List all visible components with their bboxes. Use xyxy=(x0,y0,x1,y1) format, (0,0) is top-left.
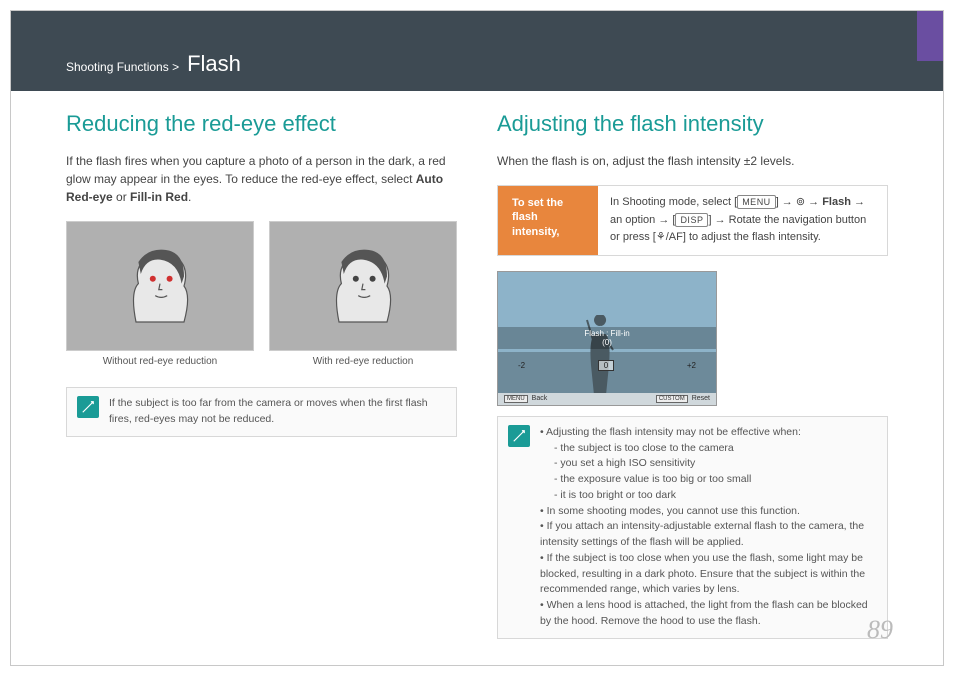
or-text: or xyxy=(113,190,130,204)
note-list: Adjusting the flash intensity may not be… xyxy=(540,425,877,630)
figure-without: Without red-eye reduction xyxy=(66,221,254,367)
fill-in-red: Fill-in Red xyxy=(130,190,188,204)
camera-preview: Flash : Fill-in (0) -2 0 +2 MENU Back CU… xyxy=(497,271,717,406)
note-item: Adjusting the flash intensity may not be… xyxy=(540,425,877,504)
page-frame: Shooting Functions > Flash Reducing the … xyxy=(10,10,944,666)
reset-label: Reset xyxy=(692,395,710,402)
note-item: When a lens hood is attached, the light … xyxy=(540,598,877,630)
note-item: If the subject is too close when you use… xyxy=(540,551,877,598)
note-icon xyxy=(508,425,530,447)
face-red-eye-icon xyxy=(71,226,249,346)
left-intro: If the flash fires when you capture a ph… xyxy=(66,152,457,206)
thumb-without xyxy=(66,221,254,351)
preview-scale: -2 0 +2 xyxy=(518,357,696,375)
scale-minus: -2 xyxy=(518,361,525,370)
face-normal-icon xyxy=(274,226,452,346)
preview-title: Flash : Fill-in xyxy=(500,329,714,338)
section-tab xyxy=(917,11,943,61)
breadcrumb-path: Shooting Functions > xyxy=(66,60,179,74)
note-right: Adjusting the flash intensity may not be… xyxy=(497,416,888,639)
camera-icon: ⊚ xyxy=(796,196,805,208)
figure-row: Without red-eye reduction xyxy=(66,221,457,367)
back-label: Back xyxy=(532,395,548,402)
intro-text: If the flash fires when you capture a ph… xyxy=(66,154,446,186)
caption-with: With red-eye reduction xyxy=(269,356,457,367)
scale-mid: 0 xyxy=(598,360,614,371)
note-icon xyxy=(77,396,99,418)
instruction-box: To set the flash intensity, In Shooting … xyxy=(497,185,888,256)
preview-value: (0) xyxy=(500,338,714,347)
thumb-with xyxy=(269,221,457,351)
note-subitem: the exposure value is too big or too sma… xyxy=(554,472,877,488)
preview-overlay: Flash : Fill-in (0) xyxy=(498,327,716,349)
af-icons: ⚘/AF xyxy=(656,231,683,243)
back-button-icon: MENU xyxy=(504,395,528,403)
figure-with: With red-eye reduction xyxy=(269,221,457,367)
scale-plus: +2 xyxy=(687,361,696,370)
page-number: 89 xyxy=(867,615,893,645)
flash-option: Flash xyxy=(822,196,851,208)
reset-button-icon: CUSTOM xyxy=(656,395,688,403)
note-subitem: the subject is too close to the camera xyxy=(554,441,877,457)
note-left: If the subject is too far from the camer… xyxy=(66,387,457,437)
note-item: If you attach an intensity-adjustable ex… xyxy=(540,519,877,551)
note-subitem: it is too bright or too dark xyxy=(554,488,877,504)
left-column: Reducing the red-eye effect If the flash… xyxy=(66,111,457,635)
preview-footer: MENU Back CUSTOM Reset xyxy=(498,393,716,405)
breadcrumb-section: Flash xyxy=(187,51,241,77)
left-heading: Reducing the red-eye effect xyxy=(66,111,457,137)
caption-without: Without red-eye reduction xyxy=(66,356,254,367)
breadcrumb: Shooting Functions > Flash xyxy=(66,51,241,77)
note-item: In some shooting modes, you cannot use t… xyxy=(540,504,877,520)
instruction-body: In Shooting mode, select [MENU] → ⊚ → Fl… xyxy=(598,186,887,255)
menu-button-icon: MENU xyxy=(737,195,776,209)
content-area: Reducing the red-eye effect If the flash… xyxy=(66,111,888,635)
note-subitem: you set a high ISO sensitivity xyxy=(554,456,877,472)
right-column: Adjusting the flash intensity When the f… xyxy=(497,111,888,635)
note-left-text: If the subject is too far from the camer… xyxy=(109,396,446,428)
instruction-label: To set the flash intensity, xyxy=(498,186,598,255)
disp-button-icon: DISP xyxy=(675,213,708,227)
right-heading: Adjusting the flash intensity xyxy=(497,111,888,137)
intro-period: . xyxy=(188,190,191,204)
right-intro: When the flash is on, adjust the flash i… xyxy=(497,152,888,170)
